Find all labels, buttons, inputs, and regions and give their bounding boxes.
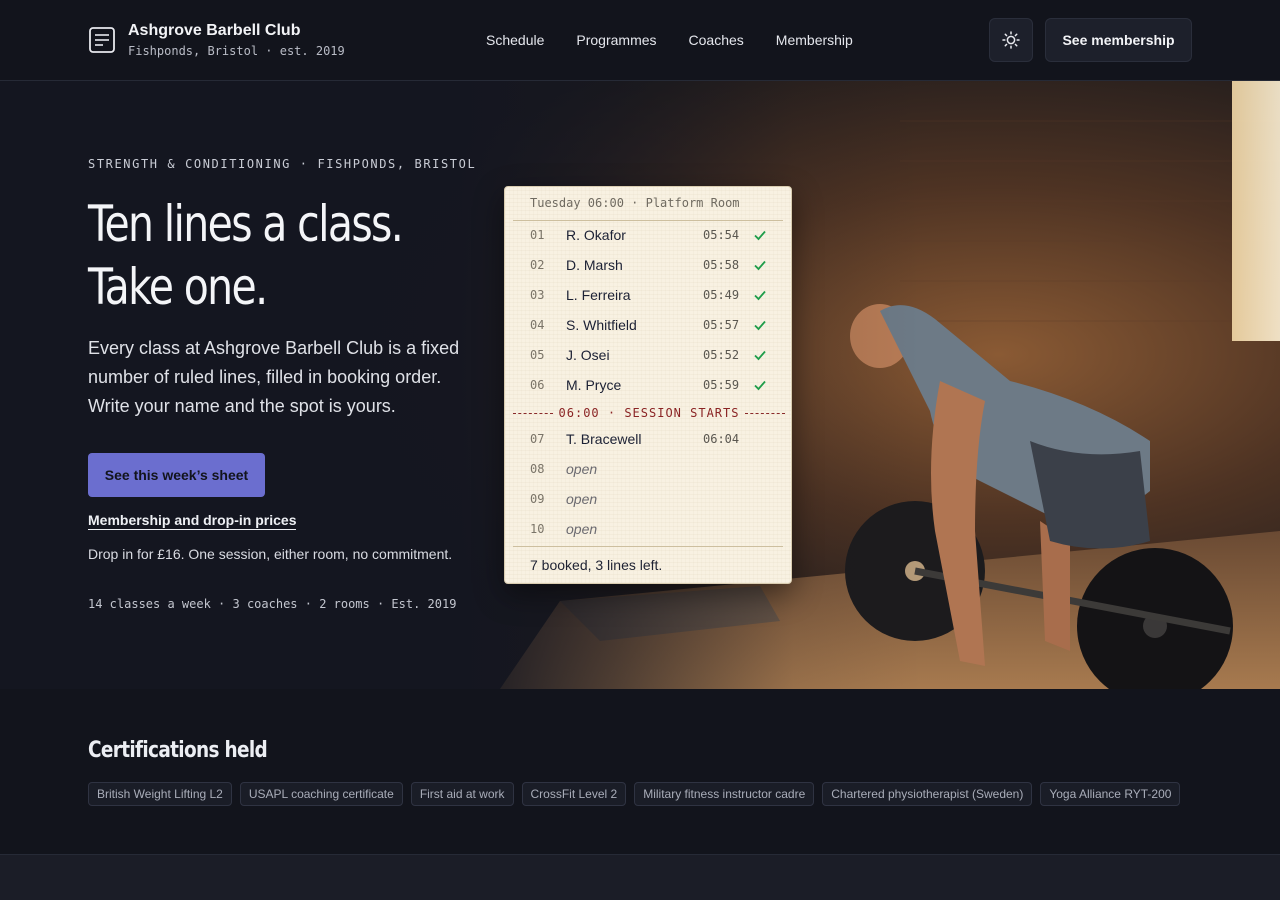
brand-name: Ashgrove Barbell Club [128,22,301,39]
sheet-row: 07 T. Bracewell 06:04 [505,425,793,455]
sheet-summary: 7 booked, 3 lines left. [530,557,663,573]
check-icon [754,320,766,331]
certification-chip: First aid at work [410,782,514,806]
hero-eyebrow: STRENGTH & CONDITIONING · FISHPONDS, BRI… [88,157,477,171]
row-time: 06:04 [703,432,740,446]
hero-lede: Every class at Ashgrove Barbell Club is … [88,338,460,416]
check-icon [754,350,766,361]
row-name: L. Ferreira [566,287,631,303]
certification-chip: Yoga Alliance RYT-200 [1040,782,1181,806]
brand-tagline: Fishponds, Bristol · est. 2019 [128,44,345,58]
sheet-row: 03 L. Ferreira 05:49 [505,281,793,311]
certification-chip: CrossFit Level 2 [521,782,627,806]
row-number: 05 [530,348,545,362]
drop-in-note: Drop in for £16. One session, either roo… [88,546,453,562]
row-time: 05:49 [703,288,740,302]
row-name: J. Osei [566,347,610,363]
session-start-label: 06:00 · SESSION STARTS [558,406,740,420]
sheet-row[interactable]: 09 open [505,485,793,515]
notebook-icon [89,27,115,53]
club-stats: 14 classes a week · 3 coaches · 2 rooms … [88,597,457,611]
sheet-rule-bottom [513,546,783,547]
certification-chip: Military fitness instructor cadre [634,782,815,806]
row-name: M. Pryce [566,377,622,393]
membership-prices-link[interactable]: Membership and drop-in prices [88,511,297,530]
nav-coaches[interactable]: Coaches [689,30,744,50]
sheet-row: 04 S. Whitfield 05:57 [505,311,793,341]
sheet-row: 02 D. Marsh 05:58 [505,251,793,281]
check-icon [754,380,766,391]
row-time: 05:54 [703,228,740,242]
row-time: 05:57 [703,318,740,332]
next-section-band [0,854,1280,900]
row-time: 05:59 [703,378,740,392]
sheet-row[interactable]: 08 open [505,455,793,485]
hero: STRENGTH & CONDITIONING · FISHPONDS, BRI… [0,81,1280,689]
row-number: 07 [530,432,545,446]
certifications-title: Certifications held [88,738,268,763]
row-number: 04 [530,318,545,332]
sheet-row: 05 J. Osei 05:52 [505,341,793,371]
headline-line-1: Ten lines a class. [88,195,404,253]
row-open-slot: open [566,461,598,477]
hero-headline: Ten lines a class. Take one. [88,193,416,319]
see-membership-button[interactable]: See membership [1045,18,1192,62]
row-number: 03 [530,288,545,302]
sheet-header: Tuesday 06:00 · Platform Room [530,196,740,210]
check-icon [754,260,766,271]
row-number: 10 [530,522,545,536]
row-name: T. Bracewell [566,431,642,447]
nav-programmes[interactable]: Programmes [576,30,656,50]
main-nav: Schedule Programmes Coaches Membership [486,30,853,50]
see-weekly-sheet-button[interactable]: See this week’s sheet [88,453,265,497]
sheet-row: 01 R. Okafor 05:54 [505,221,793,251]
check-icon [754,230,766,241]
headline-line-2: Take one. [88,258,268,316]
certifications-list: British Weight Lifting L2 USAPL coaching… [88,782,1181,806]
row-name: R. Okafor [566,227,626,243]
row-name: D. Marsh [566,257,623,273]
row-number: 02 [530,258,545,272]
signup-sheet: Tuesday 06:00 · Platform Room 01 R. Okaf… [504,186,792,584]
certification-chip: British Weight Lifting L2 [88,782,232,806]
sheet-row[interactable]: 10 open [505,515,793,545]
row-name: S. Whitfield [566,317,637,333]
row-number: 08 [530,462,545,476]
nav-schedule[interactable]: Schedule [486,30,544,50]
theme-toggle-button[interactable] [989,18,1033,62]
row-time: 05:58 [703,258,740,272]
nav-membership[interactable]: Membership [776,30,853,50]
session-start-divider: 06:00 · SESSION STARTS [513,405,786,421]
brand[interactable]: Ashgrove Barbell Club Fishponds, Bristol… [88,21,345,59]
row-open-slot: open [566,491,598,507]
row-open-slot: open [566,521,598,537]
row-number: 09 [530,492,545,506]
site-header: Ashgrove Barbell Club Fishponds, Bristol… [0,0,1280,81]
row-time: 05:52 [703,348,740,362]
certification-chip: Chartered physiotherapist (Sweden) [822,782,1033,806]
sheet-row: 06 M. Pryce 05:59 [505,371,793,401]
row-number: 01 [530,228,545,242]
certification-chip: USAPL coaching certificate [239,782,403,806]
sun-icon [1002,31,1020,49]
row-number: 06 [530,378,545,392]
check-icon [754,290,766,301]
